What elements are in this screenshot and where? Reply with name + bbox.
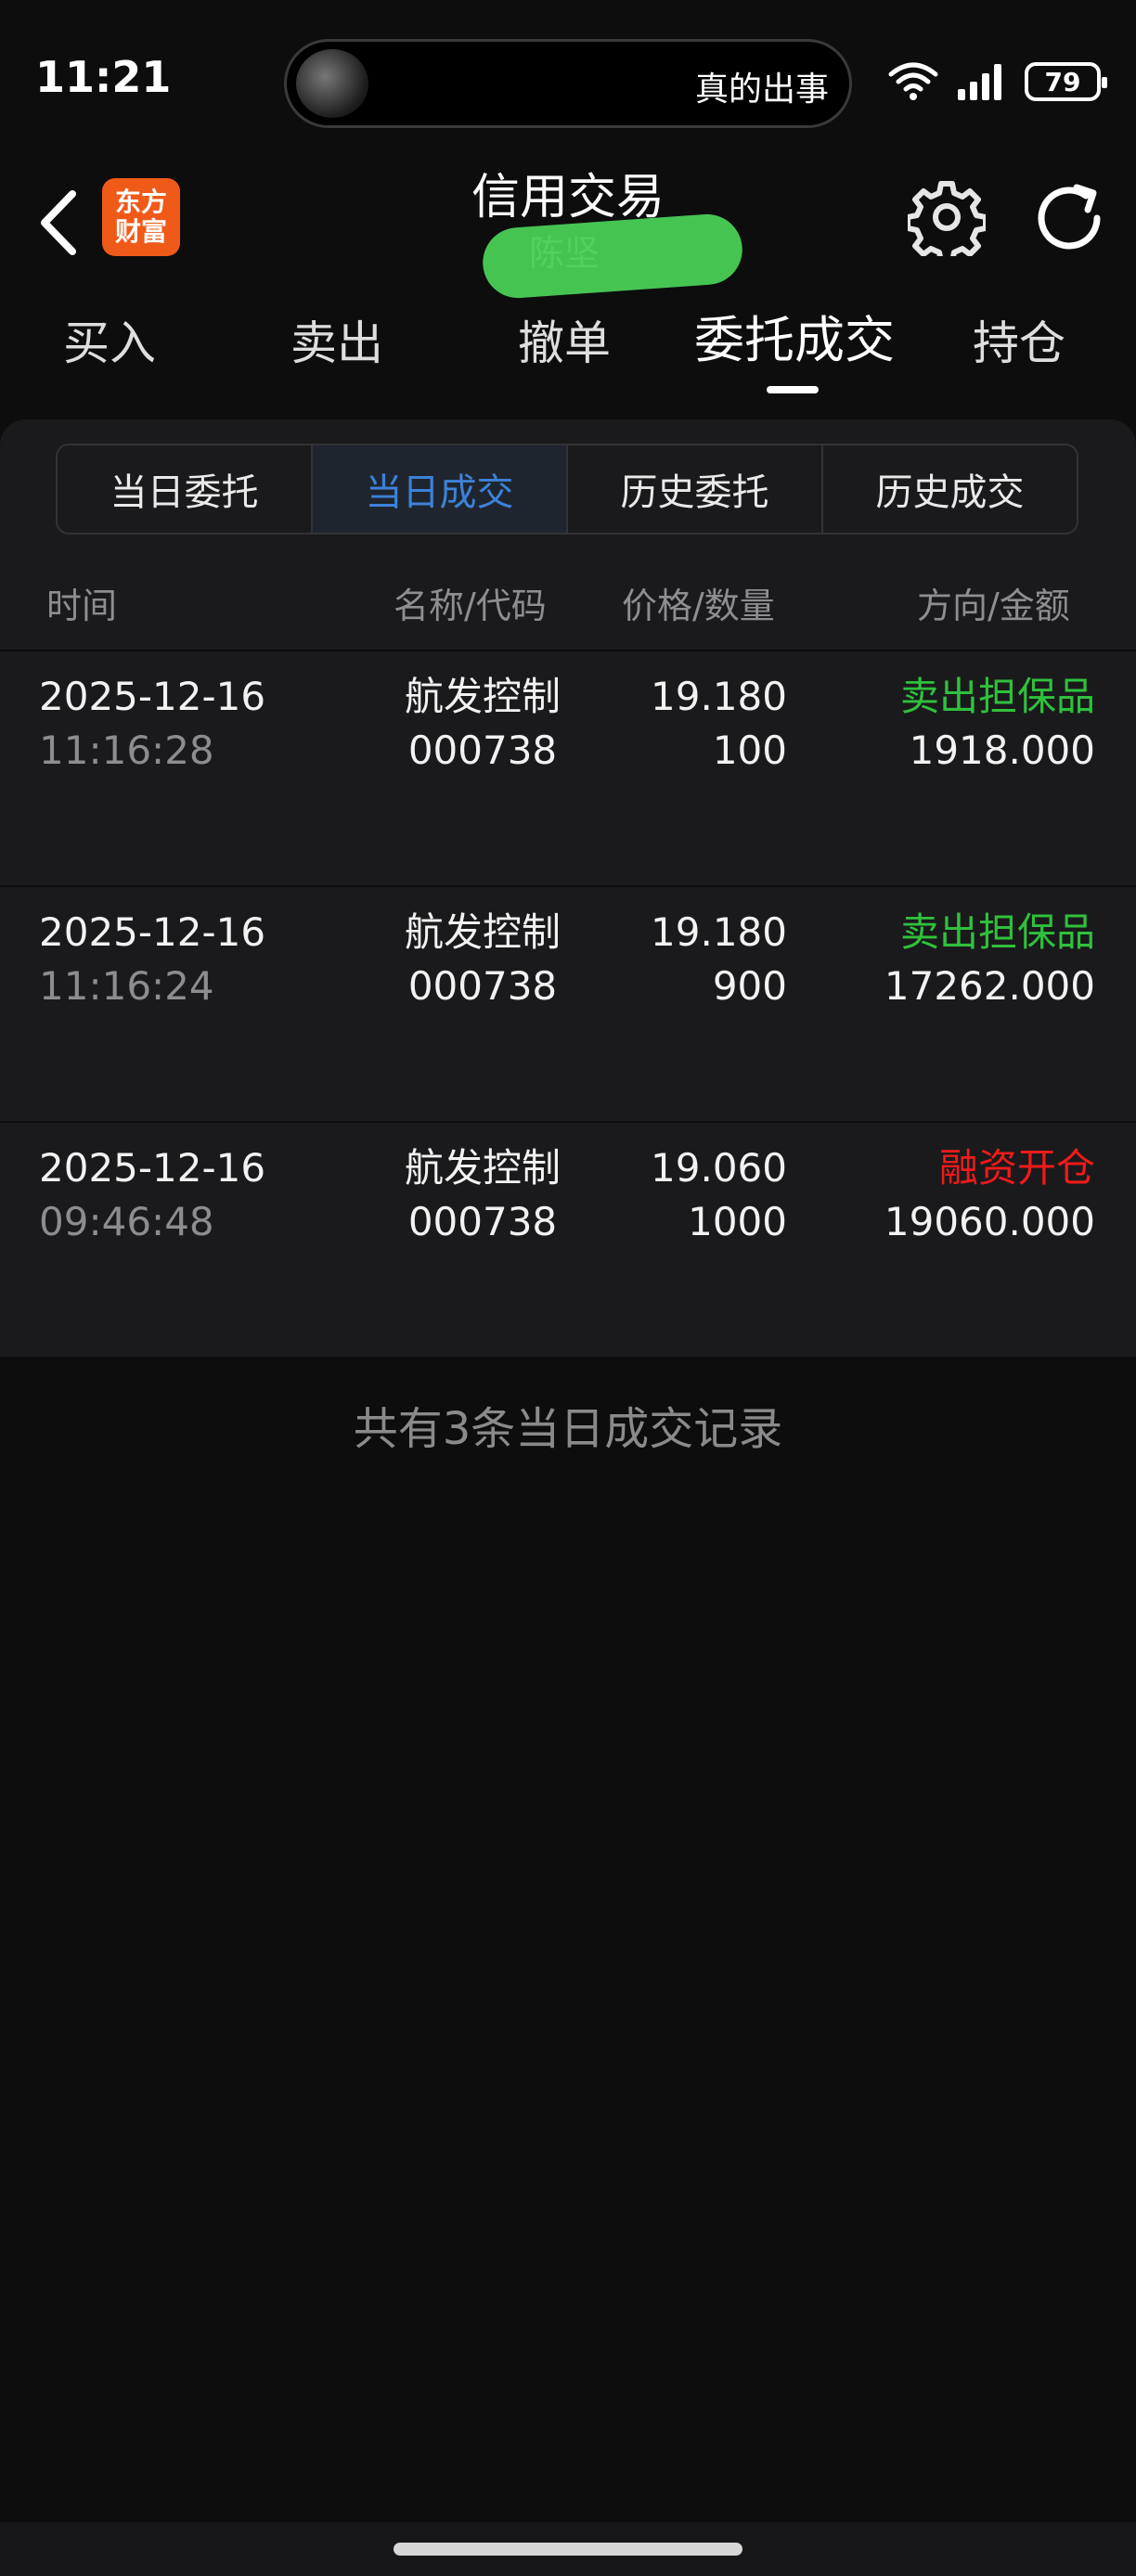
- trade-datetime: 2025-12-16 09:46:48: [39, 1141, 265, 1249]
- home-indicator[interactable]: [394, 2543, 742, 2556]
- trade-datetime: 2025-12-16 11:16:24: [39, 906, 265, 1013]
- tab-buy[interactable]: 买入: [63, 306, 156, 399]
- trade-security: 航发控制 000738: [381, 670, 585, 778]
- trade-quantity: 900: [712, 963, 787, 1009]
- subtab-history-trades[interactable]: 历史成交: [821, 445, 1077, 533]
- trade-security: 航发控制 000738: [381, 906, 585, 1013]
- security-name: 航发控制: [404, 909, 561, 955]
- sub-tabs: 当日委托 当日成交 历史委托 历史成交: [56, 444, 1078, 535]
- tab-sell[interactable]: 卖出: [290, 306, 383, 399]
- security-code: 000738: [407, 963, 558, 1009]
- column-header-price: 价格/数量: [622, 586, 775, 626]
- security-code: 000738: [407, 728, 558, 773]
- subtab-history-orders[interactable]: 历史委托: [566, 445, 821, 533]
- trade-direction: 卖出担保品: [899, 909, 1095, 955]
- dynamic-island[interactable]: 真的出事: [284, 39, 852, 128]
- album-art-icon: [296, 49, 368, 118]
- trade-price: 19.180: [651, 909, 787, 955]
- tab-cancel[interactable]: 撤单: [518, 306, 611, 399]
- refresh-icon: [1038, 184, 1101, 250]
- column-header-name: 名称/代码: [394, 586, 547, 626]
- column-header-direction: 方向/金额: [917, 586, 1070, 626]
- home-bar: [0, 2522, 1136, 2576]
- trade-direction: 卖出担保品: [899, 674, 1095, 719]
- settings-button[interactable]: [905, 178, 988, 264]
- trades-panel: 当日委托 当日成交 历史委托 历史成交 时间 名称/代码 价格/数量 方向/金额…: [0, 419, 1136, 1357]
- column-header-time: 时间: [46, 586, 118, 626]
- trade-price: 19.060: [651, 1145, 787, 1191]
- trade-time: 09:46:48: [39, 1199, 214, 1244]
- trade-quantity: 100: [712, 728, 787, 773]
- tab-orders-trades[interactable]: 委托成交: [694, 299, 895, 392]
- app-header: 东方 财富 信用交易 陈坚: [0, 158, 1136, 301]
- refresh-button[interactable]: [1030, 178, 1110, 258]
- trade-amount: 17262.000: [884, 963, 1095, 1009]
- trade-amount: 1918.000: [909, 728, 1095, 773]
- table-row[interactable]: 2025-12-16 11:16:28 航发控制 000738 19.180 1…: [0, 650, 1136, 885]
- trade-time: 11:16:24: [39, 963, 214, 1009]
- trade-direction: 融资开仓: [938, 1145, 1095, 1191]
- trade-direction-amount: 卖出担保品 17262.000: [817, 906, 1095, 1013]
- table-row[interactable]: 2025-12-16 09:46:48 航发控制 000738 19.060 1…: [0, 1121, 1136, 1357]
- trade-date: 2025-12-16: [39, 674, 266, 719]
- trade-date: 2025-12-16: [39, 909, 266, 955]
- gear-icon: [905, 181, 988, 264]
- trade-security: 航发控制 000738: [381, 1141, 585, 1249]
- table-row[interactable]: 2025-12-16 11:16:24 航发控制 000738 19.180 9…: [0, 885, 1136, 1121]
- now-playing-text: 真的出事: [694, 71, 829, 109]
- trade-date: 2025-12-16: [39, 1145, 266, 1191]
- active-tab-indicator: [767, 386, 819, 393]
- subtab-today-trades[interactable]: 当日成交: [311, 445, 566, 533]
- security-code: 000738: [407, 1199, 558, 1244]
- battery-icon: 79: [1025, 62, 1107, 101]
- tab-positions[interactable]: 持仓: [973, 306, 1065, 399]
- clock: 11:21: [35, 52, 172, 102]
- trade-price-qty: 19.180 900: [594, 906, 787, 1013]
- signal-icon: [958, 64, 1001, 100]
- trade-price: 19.180: [651, 674, 787, 719]
- main-tabs: 买入 卖出 撤单 委托成交 持仓: [0, 306, 1136, 399]
- security-name: 航发控制: [404, 674, 561, 719]
- trade-datetime: 2025-12-16 11:16:28: [39, 670, 265, 778]
- trade-price-qty: 19.060 1000: [594, 1141, 787, 1249]
- trade-time: 11:16:28: [39, 728, 214, 773]
- status-bar: 11:21 真的出事 79: [0, 0, 1136, 158]
- security-name: 航发控制: [404, 1145, 561, 1191]
- record-count-note: 共有3条当日成交记录: [353, 1403, 783, 1455]
- subtab-today-orders[interactable]: 当日委托: [58, 445, 311, 533]
- trade-amount: 19060.000: [884, 1199, 1095, 1244]
- trade-quantity: 1000: [688, 1199, 787, 1244]
- trade-direction-amount: 融资开仓 19060.000: [817, 1141, 1095, 1249]
- system-icons: 79: [887, 59, 1107, 104]
- wifi-icon: [888, 62, 938, 100]
- trade-price-qty: 19.180 100: [594, 670, 787, 778]
- trade-direction-amount: 卖出担保品 1918.000: [817, 670, 1095, 778]
